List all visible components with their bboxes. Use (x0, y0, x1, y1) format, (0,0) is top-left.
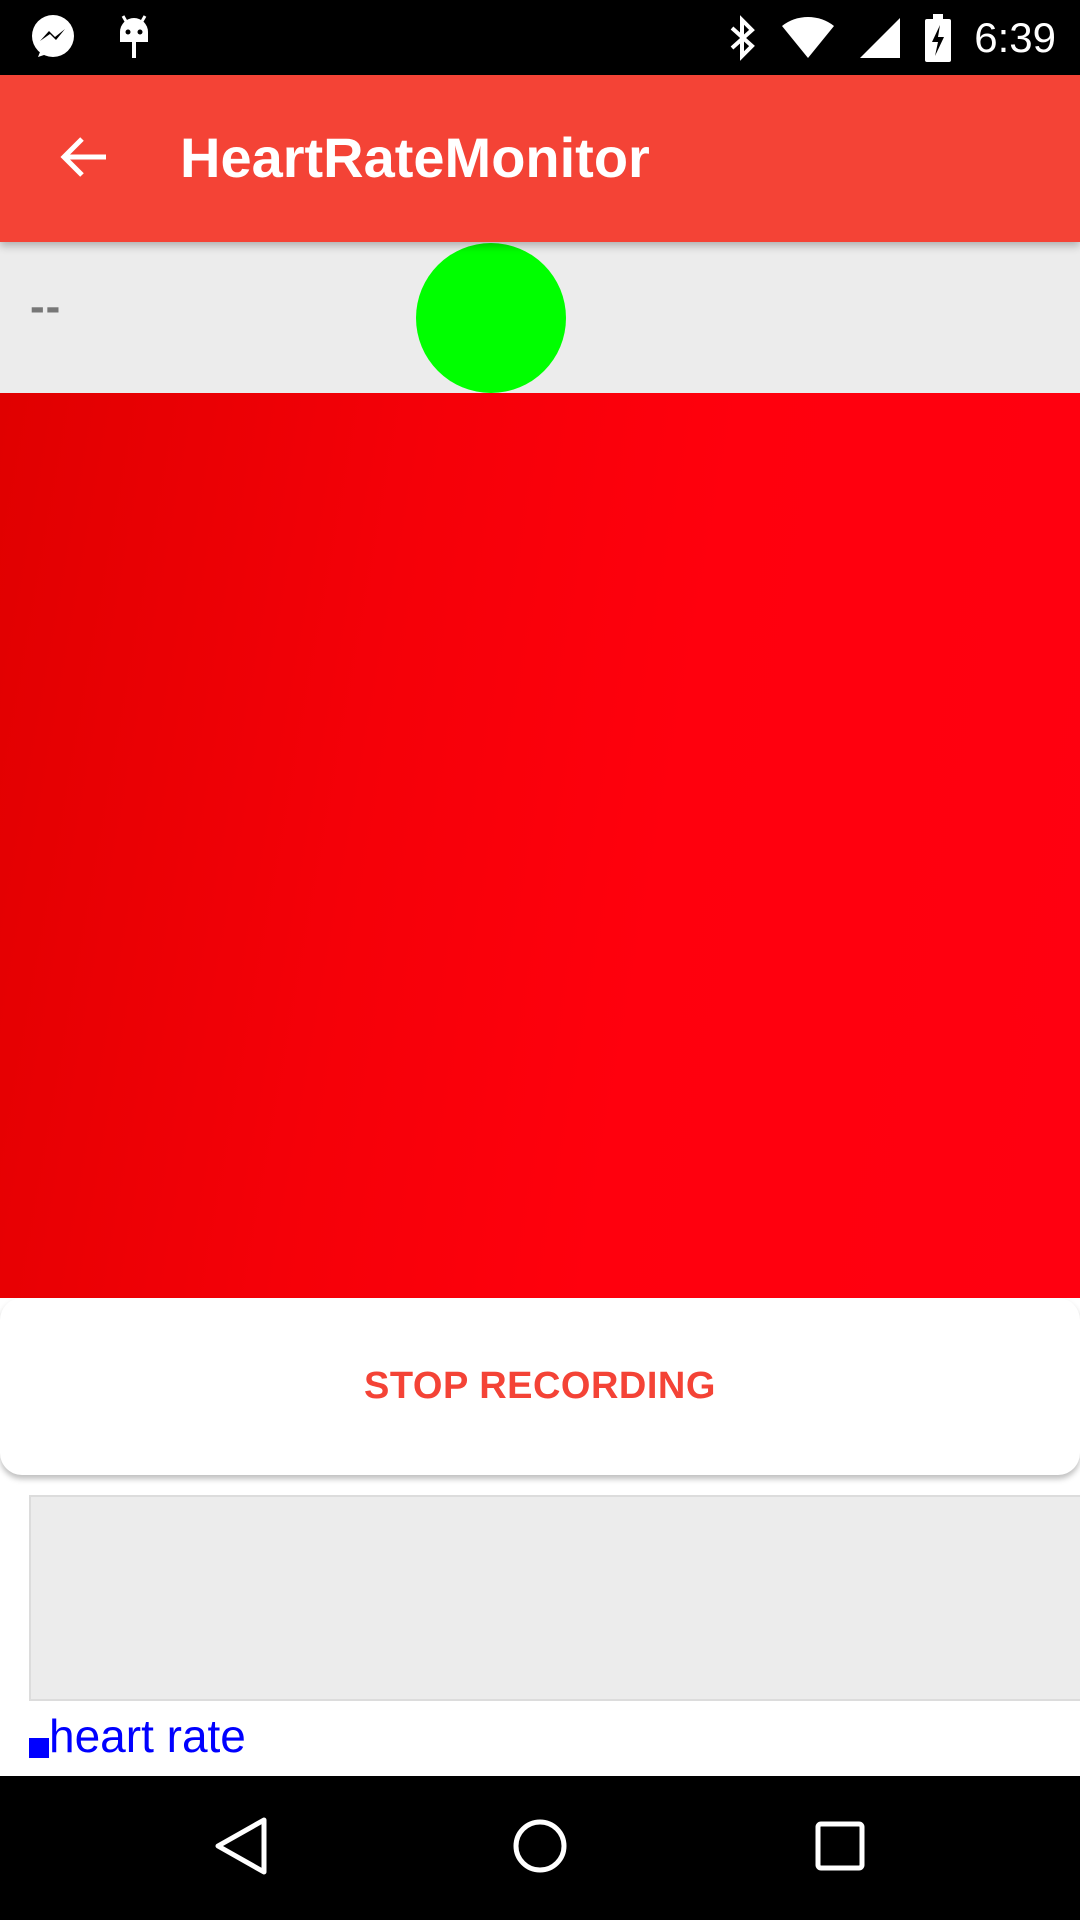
back-button[interactable] (44, 119, 124, 199)
cell-signal-icon (858, 16, 902, 60)
graph-legend: heart rate (29, 1710, 246, 1762)
app-bar: HeartRateMonitor (0, 75, 1080, 242)
nav-back-button[interactable] (200, 1808, 280, 1888)
stop-recording-label: STOP RECORDING (364, 1365, 716, 1407)
status-bar: 6:39 (0, 0, 1080, 75)
legend-swatch (29, 1738, 49, 1758)
bpm-readout: -- (30, 282, 62, 331)
heart-rate-graph (29, 1495, 1080, 1701)
wifi-icon (780, 16, 836, 60)
battery-charging-icon (924, 13, 952, 63)
camera-preview (0, 393, 1080, 1298)
navigation-bar (0, 1776, 1080, 1920)
messenger-icon (28, 13, 78, 63)
nav-recents-icon (814, 1820, 866, 1877)
stop-recording-button[interactable]: STOP RECORDING (0, 1298, 1080, 1475)
nav-home-icon (512, 1818, 568, 1879)
bluetooth-icon (728, 14, 758, 62)
nav-home-button[interactable] (500, 1808, 580, 1888)
nav-back-icon (212, 1816, 268, 1881)
app-title: HeartRateMonitor (180, 126, 650, 189)
legend-label: heart rate (49, 1710, 246, 1762)
pulse-indicator (416, 243, 566, 393)
status-clock: 6:39 (974, 14, 1056, 61)
android-debug-icon (114, 12, 154, 64)
arrow-back-icon (58, 131, 110, 188)
nav-recents-button[interactable] (800, 1808, 880, 1888)
